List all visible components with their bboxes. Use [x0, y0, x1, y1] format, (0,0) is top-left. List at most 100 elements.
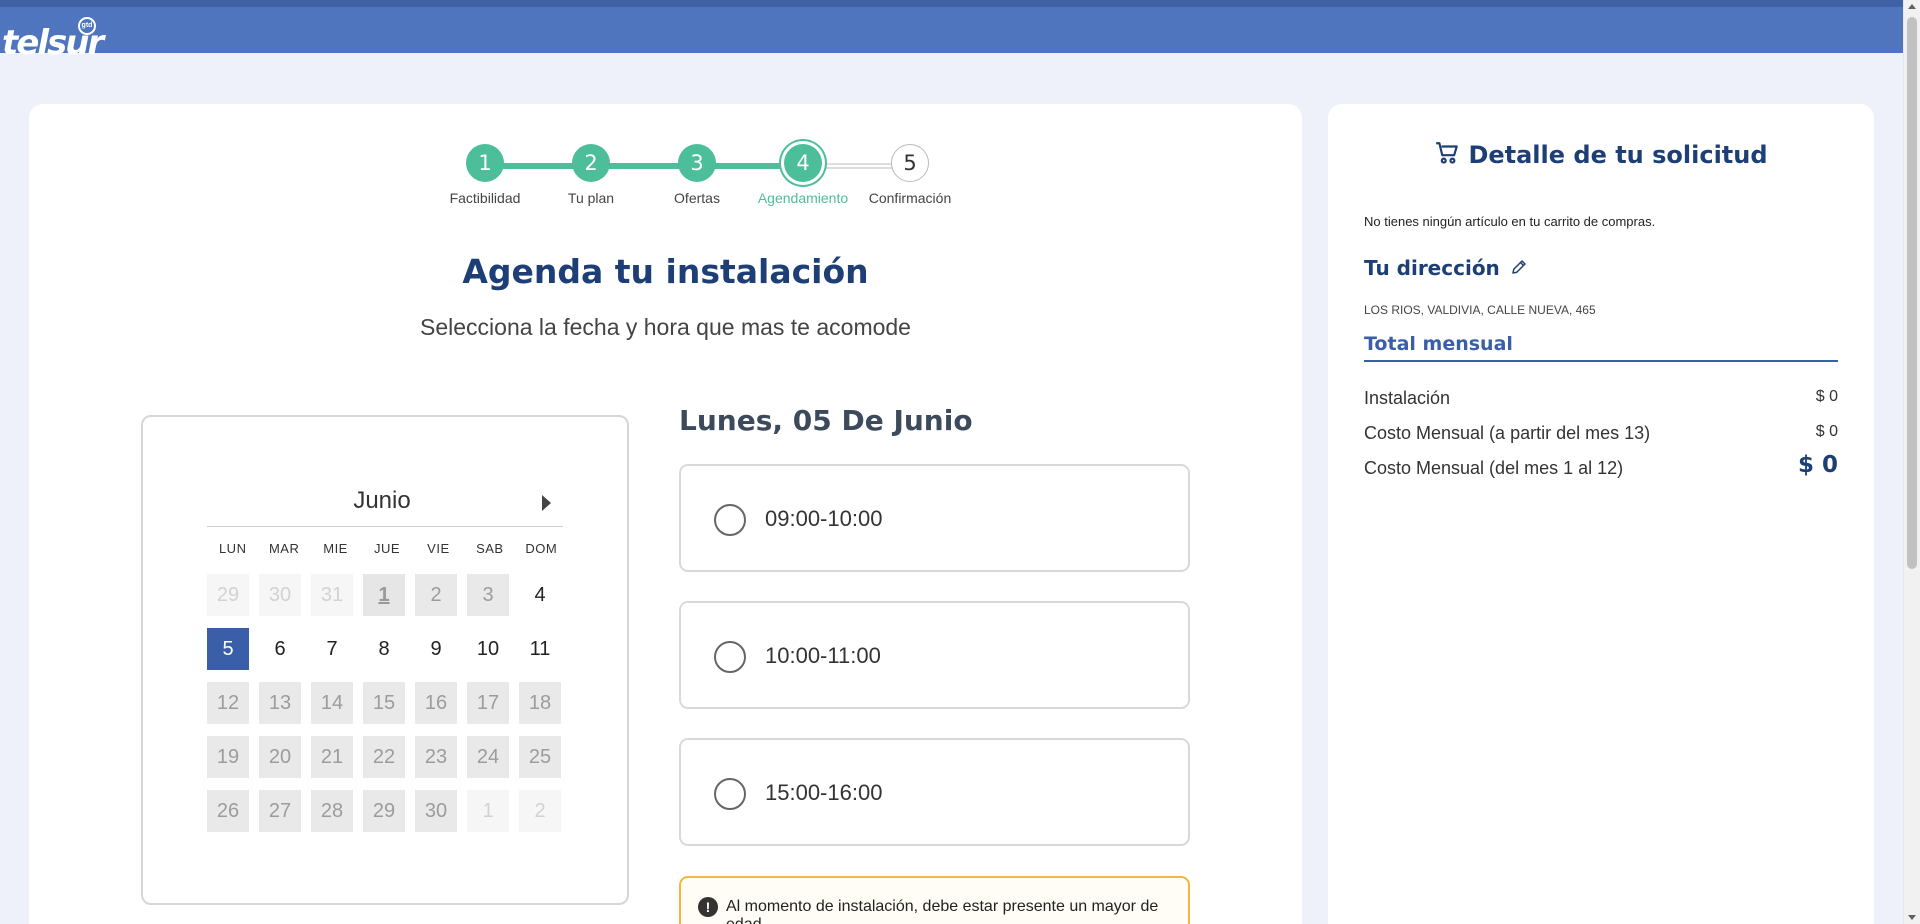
- calendar-day[interactable]: 8: [363, 628, 405, 670]
- address-value: LOS RIOS, VALDIVIA, CALLE NUEVA, 465: [1364, 303, 1596, 317]
- calendar-day: 16: [415, 682, 457, 724]
- scroll-down-arrow-icon[interactable]: [1908, 915, 1916, 920]
- calendar-day: 2: [519, 790, 561, 832]
- weekday-label: DOM: [525, 541, 558, 556]
- calendar-week-row: 26 27 28 29 30 1 2: [202, 790, 567, 844]
- step-number: 1: [466, 144, 504, 182]
- weekday-label: LUN: [218, 541, 247, 556]
- scroll-thumb[interactable]: [1907, 17, 1917, 569]
- weekday-label: MAR: [268, 541, 300, 556]
- calendar-day[interactable]: 11: [519, 628, 561, 670]
- step-label: Confirmación: [868, 190, 952, 206]
- calendar-day: 31: [311, 574, 353, 616]
- calendar-day: 12: [207, 682, 249, 724]
- calendar-month-label: Junio: [353, 487, 411, 514]
- step-label: Ofertas: [674, 190, 720, 206]
- top-navbar: telsur gtd: [0, 0, 1903, 63]
- calendar-week-row: 5 6 7 8 9 10 11: [202, 628, 567, 682]
- calendar-day: 29: [207, 574, 249, 616]
- step-tu-plan[interactable]: 2 Tu plan: [541, 144, 641, 206]
- calendar-day[interactable]: 4: [519, 574, 561, 616]
- calendar-day[interactable]: 6: [259, 628, 301, 670]
- calendar-week-row: 29 30 31 1 2 3 4: [202, 574, 567, 628]
- calendar-day: 26: [207, 790, 249, 832]
- calendar-day: 1: [363, 574, 405, 616]
- calendar-day: 3: [467, 574, 509, 616]
- cost-label: Instalación: [1364, 388, 1451, 408]
- calendar-week-row: 12 13 14 15 16 17 18: [202, 682, 567, 736]
- step-confirmacion: 5 Confirmación: [860, 144, 960, 206]
- calendar-day: 19: [207, 736, 249, 778]
- calendar-day[interactable]: 7: [311, 628, 353, 670]
- radio-circle-icon[interactable]: [714, 504, 746, 536]
- calendar-day[interactable]: 5: [207, 628, 249, 670]
- calendar-day: 30: [415, 790, 457, 832]
- progress-stepper: 1 Factibilidad 2 Tu plan 3 Ofertas 4 Age…: [434, 144, 954, 214]
- calendar-day: 14: [311, 682, 353, 724]
- scheduling-panel: 1 Factibilidad 2 Tu plan 3 Ofertas 4 Age…: [29, 104, 1302, 924]
- cost-row-monthly-after-13: Costo Mensual (a partir del mes 13) $ 0: [1364, 423, 1838, 444]
- step-label: Tu plan: [567, 190, 615, 206]
- time-slot-option[interactable]: 15:00-16:00: [679, 738, 1190, 846]
- calendar-day: 29: [363, 790, 405, 832]
- time-slot-label: 10:00-11:00: [765, 643, 881, 668]
- adult-presence-notice: ! Al momento de instalación, debe estar …: [679, 876, 1190, 924]
- calendar-day: 1: [467, 790, 509, 832]
- cart-icon: [1436, 142, 1459, 164]
- radio-circle-icon[interactable]: [714, 641, 746, 673]
- next-month-chevron-right-icon[interactable]: [542, 495, 551, 511]
- summary-title-row: Detalle de tu solicitud: [1328, 140, 1874, 169]
- time-slot-label: 09:00-10:00: [765, 506, 883, 531]
- step-number: 2: [572, 144, 610, 182]
- cost-value: $ 0: [1815, 388, 1838, 405]
- radio-circle-icon[interactable]: [714, 778, 746, 810]
- calendar-day: 20: [259, 736, 301, 778]
- time-slot-option[interactable]: 10:00-11:00: [679, 601, 1190, 709]
- calendar-day[interactable]: 10: [467, 628, 509, 670]
- step-agendamiento: 4 Agendamiento: [753, 144, 853, 206]
- cost-row-installation: Instalación $ 0: [1364, 388, 1838, 409]
- time-slot-option[interactable]: 09:00-10:00: [679, 464, 1190, 572]
- calendar-day: 23: [415, 736, 457, 778]
- step-label: Factibilidad: [449, 190, 521, 206]
- page-subtitle: Selecciona la fecha y hora que mas te ac…: [420, 314, 911, 340]
- notice-text: Al momento de instalación, debe estar pr…: [726, 898, 1159, 924]
- weekday-label: MIE: [323, 541, 348, 556]
- calendar-day: 18: [519, 682, 561, 724]
- calendar-day[interactable]: 9: [415, 628, 457, 670]
- step-ofertas[interactable]: 3 Ofertas: [647, 144, 747, 206]
- step-number: 3: [678, 144, 716, 182]
- time-slot-label: 15:00-16:00: [765, 780, 883, 805]
- cost-value: $ 0: [1815, 423, 1838, 440]
- calendar-day: 24: [467, 736, 509, 778]
- cost-label: Costo Mensual (del mes 1 al 12): [1364, 458, 1624, 478]
- step-label: Agendamiento: [757, 190, 849, 206]
- calendar-weeks: 29 30 31 1 2 3 4 5 6 7 8 9 10 11 12 13 14 15 16 17 18 19 20 21 2…: [202, 574, 567, 844]
- address-title-row: Tu dirección: [1364, 256, 1528, 280]
- calendar-day: 21: [311, 736, 353, 778]
- cost-value-total: $ 0: [1797, 452, 1838, 478]
- scroll-up-arrow-icon[interactable]: [1908, 4, 1916, 9]
- telsur-logo[interactable]: telsur gtd: [2, 17, 104, 63]
- weekday-label: VIE: [427, 541, 450, 556]
- vertical-scrollbar[interactable]: [1903, 0, 1920, 924]
- empty-cart-message: No tienes ningún artículo en tu carrito …: [1364, 214, 1656, 229]
- calendar-day: 13: [259, 682, 301, 724]
- calendar-day: 27: [259, 790, 301, 832]
- alert-icon: !: [698, 897, 718, 917]
- page-title: Agenda tu instalación: [462, 252, 869, 291]
- cost-label: Costo Mensual (a partir del mes 13): [1364, 423, 1651, 443]
- cost-row-monthly-1-12: Costo Mensual (del mes 1 al 12) $ 0: [1364, 452, 1838, 479]
- calendar-day: 25: [519, 736, 561, 778]
- order-summary-panel: Detalle de tu solicitud No tienes ningún…: [1328, 104, 1874, 924]
- calendar-day: 30: [259, 574, 301, 616]
- weekday-header-row: LUN MAR MIE JUE VIE SAB DOM: [207, 541, 567, 556]
- weekday-label: SAB: [476, 541, 504, 556]
- total-title: Total mensual: [1364, 333, 1838, 362]
- selected-day-title: Lunes, 05 De Junio: [679, 404, 973, 437]
- calendar-day: 22: [363, 736, 405, 778]
- calendar-header: Junio: [207, 483, 563, 527]
- pencil-icon[interactable]: [1510, 258, 1528, 276]
- step-factibilidad[interactable]: 1 Factibilidad: [435, 144, 535, 206]
- calendar-week-row: 19 20 21 22 23 24 25: [202, 736, 567, 790]
